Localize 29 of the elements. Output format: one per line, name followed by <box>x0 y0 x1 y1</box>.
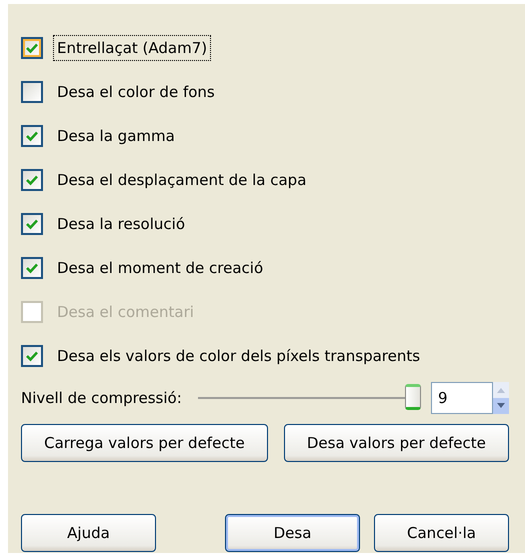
checkbox-label[interactable]: Desa el moment de creació <box>53 254 268 282</box>
check-icon <box>25 349 39 363</box>
check-icon <box>25 41 39 55</box>
checkbox-label[interactable]: Desa la gamma <box>53 122 179 150</box>
check-icon <box>25 261 39 275</box>
defaults-button[interactable]: Desa valors per defecte <box>284 424 509 462</box>
check-icon <box>25 217 39 231</box>
checkbox[interactable] <box>21 345 43 367</box>
checkbox[interactable] <box>21 213 43 235</box>
spin-down-icon[interactable] <box>493 398 509 414</box>
checkbox-label[interactable]: Entrellaçat (Adam7) <box>53 34 212 62</box>
slider-thumb[interactable] <box>405 384 421 410</box>
compression-label: Nivell de compressió: <box>21 388 182 409</box>
dialog-button[interactable]: Cancel·la <box>374 514 509 552</box>
checkbox-label[interactable]: Desa la resolució <box>53 210 190 238</box>
checkbox[interactable] <box>21 125 43 147</box>
check-icon <box>25 129 39 143</box>
spin-field[interactable]: 9 <box>431 382 493 414</box>
checkbox[interactable] <box>21 169 43 191</box>
checkbox[interactable] <box>21 81 43 103</box>
dialog-button[interactable]: Ajuda <box>21 514 156 552</box>
checkbox-label[interactable]: Desa el desplaçament de la capa <box>53 166 310 194</box>
defaults-button[interactable]: Carrega valors per defecte <box>21 424 268 462</box>
checkbox-label[interactable]: Desa els valors de color dels píxels transparents <box>53 342 424 370</box>
checkbox[interactable] <box>21 37 43 59</box>
checkbox[interactable] <box>21 257 43 279</box>
checkbox-label[interactable]: Desa el color de fons <box>53 78 219 106</box>
check-icon <box>25 173 39 187</box>
dialog-button[interactable]: Desa <box>225 514 360 552</box>
